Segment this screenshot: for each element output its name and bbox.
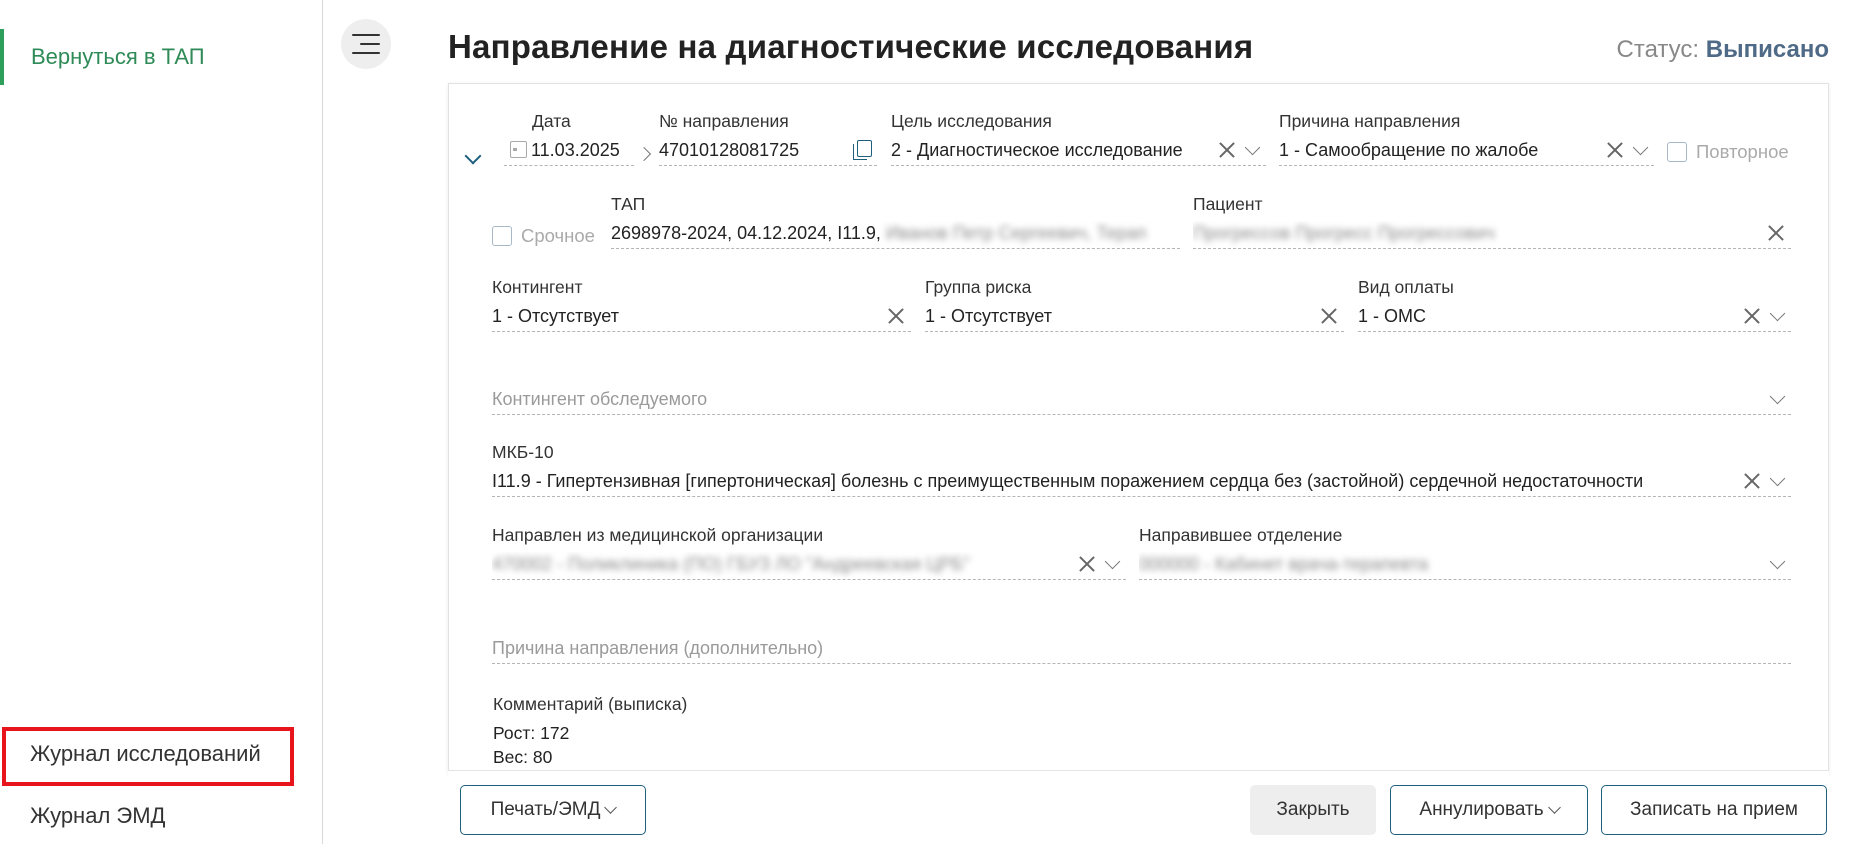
tap-hidden-value: Иванов Петр Сергеевич, Терап bbox=[885, 223, 1147, 243]
patient-field: Пациент Прогрессов Прогресс Прогрессович bbox=[1193, 194, 1791, 249]
examined-contingent-select[interactable]: Контингент обследуемого bbox=[492, 387, 1791, 415]
date-input[interactable]: 11.03.2025 bbox=[504, 138, 634, 166]
urgent-checkbox[interactable] bbox=[492, 226, 512, 246]
mkb-select[interactable]: I11.9 - Гипертензивная [гипертоническая]… bbox=[492, 469, 1791, 497]
collapse-chevron-icon[interactable] bbox=[463, 150, 483, 170]
chevron-right-icon bbox=[637, 142, 651, 166]
contingent-label: Контингент bbox=[492, 277, 583, 297]
menu-icon bbox=[352, 34, 380, 36]
contingent-field: Контингент 1 - Отсутствует bbox=[492, 277, 911, 332]
tap-label: ТАП bbox=[611, 194, 646, 214]
menu-toggle-button[interactable] bbox=[341, 19, 391, 69]
page-title: Направление на диагностические исследова… bbox=[448, 28, 1254, 65]
clear-icon[interactable] bbox=[1741, 304, 1763, 328]
chevron-down-icon[interactable] bbox=[1767, 304, 1787, 328]
chevron-down-icon[interactable] bbox=[1767, 469, 1787, 493]
from-dept-hidden-value: 000000 - Кабинет врача-терапевта bbox=[1139, 554, 1429, 574]
clear-icon[interactable] bbox=[1076, 552, 1098, 576]
clear-icon[interactable] bbox=[1318, 304, 1340, 328]
repeat-checkbox[interactable] bbox=[1667, 142, 1687, 162]
payment-select[interactable]: 1 - ОМС bbox=[1358, 304, 1791, 332]
risk-group-field: Группа риска 1 - Отсутствует bbox=[925, 277, 1344, 332]
sidebar: Вернуться в ТАП Журнал исследований Журн… bbox=[0, 0, 323, 844]
clear-icon[interactable] bbox=[1765, 221, 1787, 245]
calendar-icon bbox=[510, 141, 527, 158]
from-org-field: Направлен из медицинской организации 470… bbox=[492, 525, 1126, 580]
from-org-select[interactable]: 470002 - Поликлиника (ПО) ГБУЗ ЛО "Андре… bbox=[492, 552, 1126, 580]
purpose-select[interactable]: 2 - Диагностическое исследование bbox=[891, 138, 1266, 166]
chevron-down-icon bbox=[1547, 801, 1561, 814]
sidebar-item-journal-studies[interactable]: Журнал исследований bbox=[0, 741, 261, 767]
status-value: Выписано bbox=[1705, 36, 1829, 63]
chevron-down-icon[interactable] bbox=[1242, 138, 1262, 162]
from-dept-field: Направившее отделение 000000 - Кабинет в… bbox=[1139, 525, 1791, 580]
date-field: Дата 11.03.2025 bbox=[504, 111, 634, 166]
examined-contingent-field: Контингент обследуемого bbox=[492, 387, 1791, 415]
referral-number-label: № направления bbox=[659, 111, 789, 131]
chevron-down-icon[interactable] bbox=[1102, 552, 1122, 576]
payment-field: Вид оплаты 1 - ОМС bbox=[1358, 277, 1791, 332]
repeat-label: Повторное bbox=[1696, 141, 1789, 162]
make-appointment-button[interactable]: Записать на прием bbox=[1601, 785, 1827, 835]
mkb-field: МКБ-10 I11.9 - Гипертензивная [гипертони… bbox=[492, 442, 1791, 497]
patient-input[interactable]: Прогрессов Прогресс Прогрессович bbox=[1193, 221, 1791, 249]
back-to-tap-link[interactable]: Вернуться в ТАП bbox=[0, 29, 322, 85]
close-button[interactable]: Закрыть bbox=[1250, 785, 1376, 835]
patient-label: Пациент bbox=[1193, 194, 1263, 214]
comment-line-height: Рост: 172 bbox=[493, 723, 570, 743]
sidebar-item-journal-emd[interactable]: Журнал ЭМД bbox=[0, 803, 165, 829]
reason-extra-input[interactable]: Причина направления (дополнительно) bbox=[492, 636, 1791, 664]
referral-number-input[interactable]: 47010128081725 bbox=[659, 138, 877, 166]
comment-label: Комментарий (выписка) bbox=[493, 694, 688, 714]
payment-label: Вид оплаты bbox=[1358, 277, 1454, 297]
annul-button[interactable]: Аннулировать bbox=[1390, 785, 1588, 835]
referral-number-field: № направления 47010128081725 bbox=[659, 111, 877, 166]
tap-field: ТАП 2698978-2024, 04.12.2024, I11.9, Ива… bbox=[611, 194, 1180, 249]
action-footer: Печать/ЭМД Закрыть Аннулировать Записать… bbox=[448, 770, 1829, 844]
clear-icon[interactable] bbox=[885, 304, 907, 328]
copy-icon[interactable] bbox=[851, 138, 873, 162]
urgent-checkbox-wrap[interactable]: Срочное bbox=[492, 225, 595, 247]
mkb-label: МКБ-10 bbox=[492, 442, 554, 462]
chevron-down-icon[interactable] bbox=[1767, 552, 1787, 576]
from-dept-label: Направившее отделение bbox=[1139, 525, 1343, 545]
repeat-checkbox-wrap[interactable]: Повторное bbox=[1667, 141, 1789, 163]
risk-group-label: Группа риска bbox=[925, 277, 1032, 297]
reason-field: Причина направления 1 - Самообращение по… bbox=[1279, 111, 1654, 166]
reason-label: Причина направления bbox=[1279, 111, 1461, 131]
status-label: Статус: bbox=[1616, 36, 1700, 63]
patient-hidden-value: Прогрессов Прогресс Прогрессович bbox=[1193, 223, 1495, 243]
chevron-down-icon[interactable] bbox=[1630, 138, 1650, 162]
print-emd-button[interactable]: Печать/ЭМД bbox=[460, 785, 646, 835]
purpose-field: Цель исследования 2 - Диагностическое ис… bbox=[891, 111, 1266, 166]
comment-line-weight: Вес: 80 bbox=[493, 747, 553, 767]
reason-select[interactable]: 1 - Самообращение по жалобе bbox=[1279, 138, 1654, 166]
status-badge: Статус: Выписано bbox=[1617, 36, 1829, 64]
chevron-down-icon bbox=[604, 801, 618, 814]
comment-text[interactable]: Рост: 172 Вес: 80 bbox=[493, 721, 569, 769]
chevron-down-icon[interactable] bbox=[1767, 387, 1787, 411]
risk-group-input[interactable]: 1 - Отсутствует bbox=[925, 304, 1344, 332]
clear-icon[interactable] bbox=[1741, 469, 1763, 493]
purpose-label: Цель исследования bbox=[891, 111, 1052, 131]
urgent-label: Срочное bbox=[521, 225, 595, 246]
clear-icon[interactable] bbox=[1216, 138, 1238, 162]
referral-form-card: Дата 11.03.2025 № направления 4701012808… bbox=[448, 83, 1829, 775]
from-org-hidden-value: 470002 - Поликлиника (ПО) ГБУЗ ЛО "Андре… bbox=[492, 554, 970, 574]
tap-input[interactable]: 2698978-2024, 04.12.2024, I11.9, Иванов … bbox=[611, 221, 1180, 249]
from-dept-select[interactable]: 000000 - Кабинет врача-терапевта bbox=[1139, 552, 1791, 580]
clear-icon[interactable] bbox=[1604, 138, 1626, 162]
date-label: Дата bbox=[532, 111, 571, 131]
contingent-input[interactable]: 1 - Отсутствует bbox=[492, 304, 911, 332]
from-org-label: Направлен из медицинской организации bbox=[492, 525, 824, 545]
reason-extra-field: Причина направления (дополнительно) bbox=[492, 636, 1791, 664]
